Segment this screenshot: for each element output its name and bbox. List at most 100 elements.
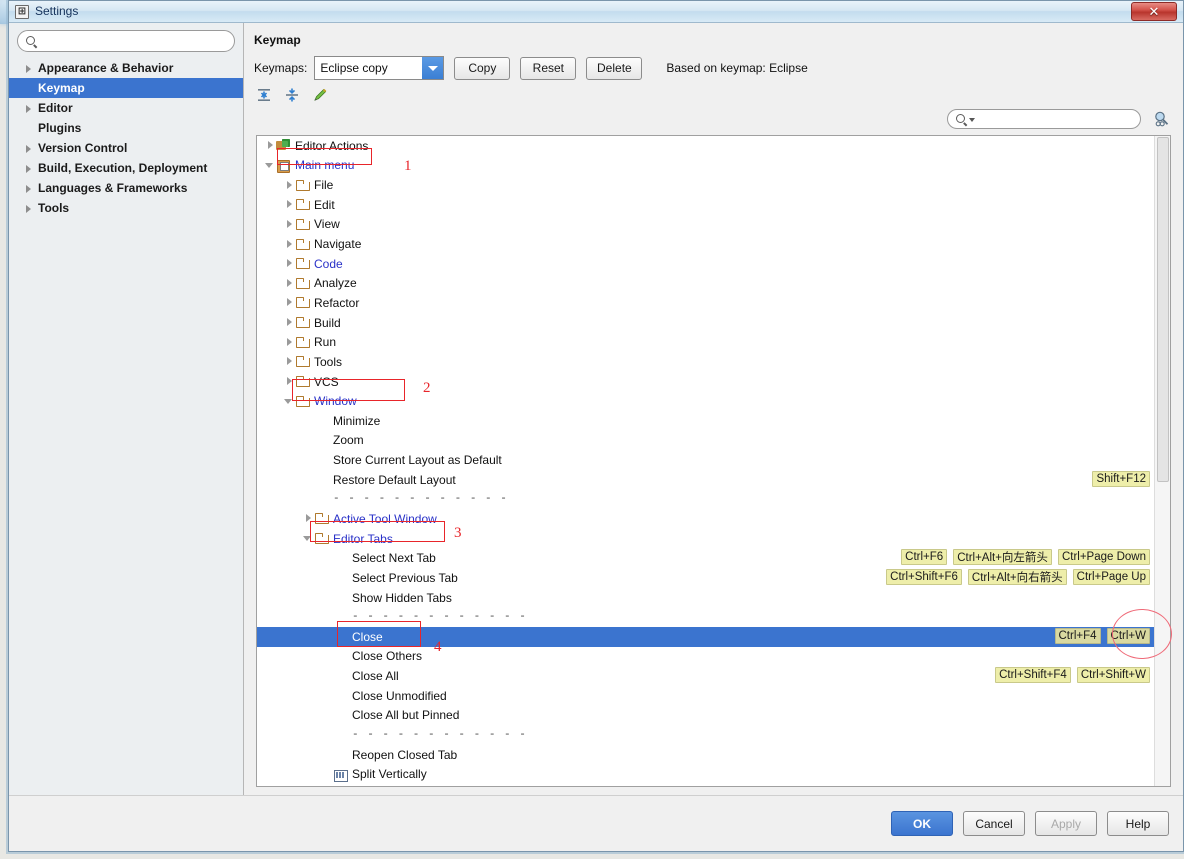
tree-row[interactable]: File: [257, 175, 1154, 195]
copy-button[interactable]: Copy: [454, 56, 511, 80]
tree-row[interactable]: - - - - - - - - - - - -: [257, 725, 1154, 745]
tree-row-label: View: [314, 217, 340, 232]
collapse-all-icon[interactable]: [284, 87, 300, 103]
tree-row[interactable]: Main menu: [257, 156, 1154, 176]
expand-arrow-icon[interactable]: [284, 199, 295, 210]
tree-row[interactable]: Editor Actions: [257, 136, 1154, 156]
settings-app-icon: ⊞: [15, 5, 29, 19]
tree-scrollbar-thumb[interactable]: [1157, 137, 1169, 482]
tree-scrollbar[interactable]: [1154, 136, 1170, 786]
cancel-button[interactable]: Cancel: [963, 811, 1025, 836]
tree-row[interactable]: Split Vertically: [257, 765, 1154, 785]
expand-arrow-icon[interactable]: [265, 140, 276, 151]
chevron-down-icon[interactable]: [969, 118, 975, 122]
expand-arrow-icon[interactable]: [284, 297, 295, 308]
no-icon: [333, 630, 348, 643]
folder-icon: [295, 257, 310, 270]
sidebar-item-version-control[interactable]: Version Control: [9, 138, 243, 158]
tree-row[interactable]: Edit: [257, 195, 1154, 215]
tree-row[interactable]: Build: [257, 313, 1154, 333]
tree-row-label: Analyze: [314, 276, 357, 291]
tree-row[interactable]: Editor Tabs: [257, 529, 1154, 549]
tree-row-label: Show Hidden Tabs: [352, 590, 452, 605]
expand-arrow-icon[interactable]: [284, 356, 295, 367]
close-icon[interactable]: ✕: [1131, 2, 1177, 21]
tree-row[interactable]: - - - - - - - - - - - -: [257, 607, 1154, 627]
keymap-search-input[interactable]: [976, 110, 1134, 128]
dialog-footer: OK Cancel Apply Help: [9, 795, 1183, 851]
expand-all-icon[interactable]: [256, 87, 272, 103]
sidebar-item-keymap[interactable]: Keymap: [9, 78, 243, 98]
tree-row[interactable]: Run: [257, 332, 1154, 352]
expand-arrow-icon[interactable]: [284, 337, 295, 348]
keymap-tree[interactable]: Editor Actions Main menu File Edit View Navig…: [257, 136, 1154, 786]
tree-row[interactable]: Select Previous Tab Ctrl+Shift+F6 Ctrl+Alt…: [257, 568, 1154, 588]
expand-arrow-icon[interactable]: [284, 317, 295, 328]
expand-arrow-icon[interactable]: [303, 513, 314, 524]
tree-row[interactable]: Navigate: [257, 234, 1154, 254]
sidebar-item-label: Build, Execution, Deployment: [38, 161, 208, 175]
sidebar-item-label: Appearance & Behavior: [38, 61, 174, 75]
expand-arrow-icon[interactable]: [284, 278, 295, 289]
tree-row[interactable]: VCS: [257, 372, 1154, 392]
reset-button[interactable]: Reset: [520, 56, 577, 80]
tree-row[interactable]: Close Others: [257, 647, 1154, 667]
tree-row[interactable]: Analyze: [257, 273, 1154, 293]
tree-row[interactable]: Close Unmodified: [257, 686, 1154, 706]
chevron-down-icon[interactable]: [422, 57, 444, 79]
tree-row[interactable]: Zoom: [257, 431, 1154, 451]
tree-row[interactable]: Tools: [257, 352, 1154, 372]
expand-arrow-icon[interactable]: [284, 219, 295, 230]
tree-row[interactable]: Restore Default Layout Shift+F12: [257, 470, 1154, 490]
shortcut-badge: Ctrl+Page Up: [1072, 569, 1150, 586]
tree-row[interactable]: Close All but Pinned: [257, 706, 1154, 726]
tree-row[interactable]: Minimize: [257, 411, 1154, 431]
dialog-title-bar: ⊞ Settings ✕: [9, 1, 1183, 23]
search-input[interactable]: [45, 31, 226, 51]
expand-arrow-icon[interactable]: [284, 180, 295, 191]
ok-button[interactable]: OK: [891, 811, 953, 836]
tree-row[interactable]: - - - - - - - - - - - -: [257, 490, 1154, 510]
expand-arrow-icon[interactable]: [284, 258, 295, 269]
apply-button: Apply: [1035, 811, 1097, 836]
sidebar-item-tools[interactable]: Tools: [9, 198, 243, 218]
keymap-search-box[interactable]: [947, 109, 1141, 129]
tree-row[interactable]: Store Current Layout as Default: [257, 450, 1154, 470]
sidebar-item-editor[interactable]: Editor: [9, 98, 243, 118]
edit-shortcut-icon[interactable]: [312, 87, 328, 103]
ok-button-label: OK: [913, 816, 931, 831]
tree-row[interactable]: Select Next Tab Ctrl+F6 Ctrl+Alt+向左箭头 Ctrl+…: [257, 548, 1154, 568]
expand-arrow-icon[interactable]: [284, 376, 295, 387]
tree-row[interactable]: Active Tool Window: [257, 509, 1154, 529]
no-icon: [333, 591, 348, 604]
tree-row[interactable]: View: [257, 215, 1154, 235]
sidebar-item-label: Editor: [38, 101, 73, 115]
sidebar-item-plugins[interactable]: Plugins: [9, 118, 243, 138]
collapse-arrow-icon[interactable]: [265, 160, 276, 171]
help-button[interactable]: Help: [1107, 811, 1169, 836]
sidebar-item-languages-frameworks[interactable]: Languages & Frameworks: [9, 178, 243, 198]
keymaps-row: Keymaps: Eclipse copy Copy Reset Delete …: [244, 55, 1183, 81]
tree-row[interactable]: Window: [257, 391, 1154, 411]
expand-arrow-icon[interactable]: [284, 239, 295, 250]
folder-icon: [295, 375, 310, 388]
tree-row[interactable]: Refactor: [257, 293, 1154, 313]
tree-row[interactable]: Show Hidden Tabs: [257, 588, 1154, 608]
tree-row[interactable]: Reopen Closed Tab: [257, 745, 1154, 765]
filter-by-shortcut-icon[interactable]: [1151, 109, 1171, 129]
search-box[interactable]: [17, 30, 235, 52]
delete-button[interactable]: Delete: [586, 56, 643, 80]
shortcut-badge: Ctrl+Alt+向左箭头: [953, 549, 1052, 566]
collapse-arrow-icon[interactable]: [303, 533, 314, 544]
tree-row[interactable]: Close All Ctrl+Shift+F4 Ctrl+Shift+W: [257, 666, 1154, 686]
collapse-arrow-icon[interactable]: [284, 396, 295, 407]
sidebar-item-build-execution-deployment[interactable]: Build, Execution, Deployment: [9, 158, 243, 178]
sidebar-item-appearance-behavior[interactable]: Appearance & Behavior: [9, 58, 243, 78]
keymap-select[interactable]: Eclipse copy: [314, 56, 445, 80]
no-icon: [333, 650, 348, 663]
tree-row[interactable]: Code: [257, 254, 1154, 274]
folder-icon: [295, 198, 310, 211]
tree-row[interactable]: Close Ctrl+F4 Ctrl+W: [257, 627, 1154, 647]
